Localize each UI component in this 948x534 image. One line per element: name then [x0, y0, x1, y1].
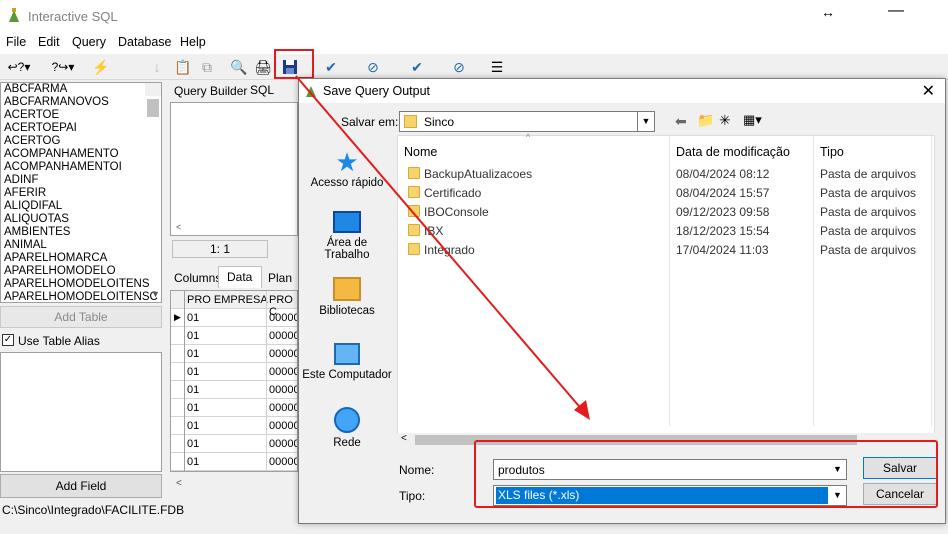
annotation-arrow [295, 75, 590, 420]
